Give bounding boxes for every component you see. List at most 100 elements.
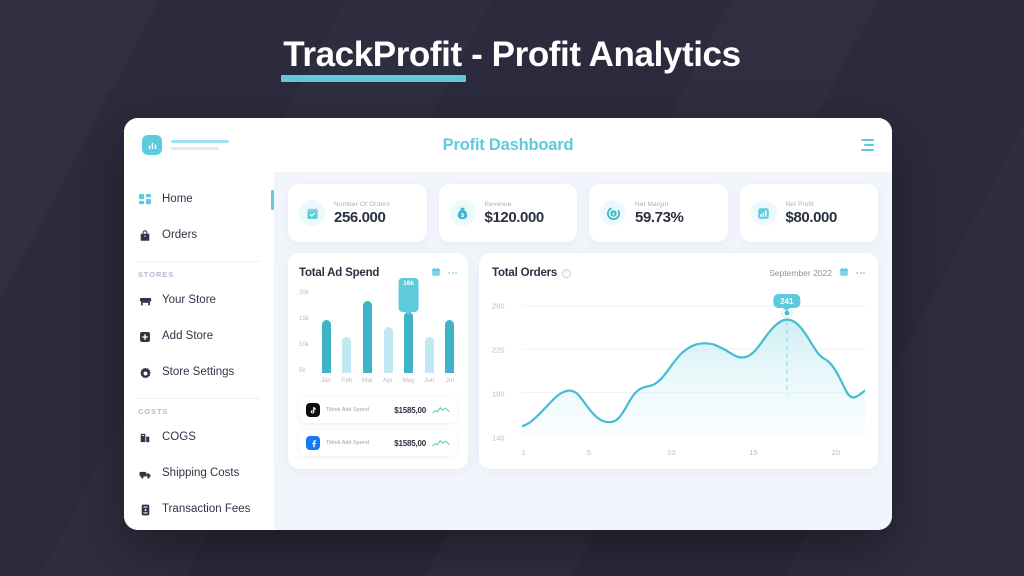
bar-column — [381, 291, 396, 373]
sparkline-icon — [432, 407, 450, 414]
bar-jan[interactable] — [321, 319, 331, 373]
sidebar-item-home[interactable]: Home — [124, 182, 274, 218]
sidebar-divider — [138, 261, 260, 262]
bar-chart-x-axis: Jan Feb Mar Apr May Jun Jul — [319, 377, 457, 384]
bar-mar[interactable] — [362, 300, 372, 373]
sidebar-item-store-settings[interactable]: Store Settings — [124, 355, 274, 391]
bar-feb[interactable] — [342, 336, 352, 373]
x-tick: 10 — [667, 448, 676, 457]
orders-title: Total Orders — [492, 267, 558, 279]
list-item[interactable]: Tiktok Add Spend $1585,00 — [299, 430, 457, 456]
logo-placeholder-lines — [171, 140, 229, 150]
y-tick: 10k — [299, 342, 309, 349]
spend-amount: $1585,00 — [394, 405, 426, 415]
sidebar-item-transaction-fees[interactable]: Transaction Fees — [124, 492, 274, 528]
truck-icon — [138, 467, 152, 481]
spend-amount: $1585,00 — [394, 438, 426, 448]
x-tick: Jun — [423, 377, 435, 384]
hamburger-icon[interactable] — [861, 139, 874, 151]
kpi-label: Net Profit — [785, 200, 815, 208]
dashboard-title: Profit Dashboard — [442, 135, 574, 154]
grid-icon — [138, 193, 152, 207]
bar-chart-icon[interactable] — [142, 135, 162, 155]
sparkline-icon — [432, 440, 450, 447]
tiktok-icon — [306, 403, 320, 417]
y-tick: 180 — [492, 389, 505, 399]
x-tick: Jan — [321, 377, 332, 384]
facebook-icon — [306, 436, 320, 450]
bar-column — [340, 291, 355, 373]
kpi-card-number-of-orders[interactable]: Number Of Orders 256.000 — [288, 184, 427, 242]
bar-chart-y-axis: 20k 15k 10k 5k — [299, 289, 319, 375]
package-check-icon — [299, 200, 325, 226]
calendar-icon[interactable] — [839, 264, 849, 282]
info-icon[interactable]: ! — [562, 268, 572, 278]
x-tick: 20 — [831, 448, 841, 457]
orders-month-label[interactable]: September 2022 — [769, 268, 832, 278]
plus-square-icon — [138, 330, 152, 344]
box-chart-icon — [138, 431, 152, 445]
logo-line-secondary — [171, 147, 219, 150]
gear-icon — [138, 366, 152, 380]
sidebar-item-label: COGS — [162, 431, 196, 444]
svg-text:$: $ — [612, 211, 615, 216]
list-item[interactable]: Tiktok Add Spend $1585,00 — [299, 397, 457, 423]
total-orders-card: Total Orders ! September 2022 260 220 18… — [479, 253, 878, 469]
x-tick: 1 — [521, 448, 526, 457]
x-tick: Feb — [341, 377, 353, 384]
sidebar-item-orders[interactable]: Orders — [124, 218, 274, 254]
brand-name: TrackProfit — [283, 35, 462, 74]
sidebar-item-custom-spend[interactable]: Custom Spend — [124, 528, 274, 530]
bar-may[interactable] — [404, 312, 414, 373]
app-topbar: Profit Dashboard — [124, 118, 892, 172]
line-chart-tooltip: 241 — [773, 294, 801, 308]
brand-underline — [281, 75, 466, 82]
sidebar-item-cogs[interactable]: COGS — [124, 420, 274, 456]
sidebar-item-your-store[interactable]: Your Store — [124, 283, 274, 319]
y-tick: 260 — [492, 301, 505, 311]
y-tick: 15k — [299, 315, 309, 322]
total-ad-spend-card: Total Ad Spend 20k 15k 10k 5k 16k Jan Fe… — [288, 253, 468, 469]
bar-jul[interactable] — [445, 319, 455, 373]
kpi-card-net-profit[interactable]: Net Profit $80.000 — [739, 184, 878, 242]
x-tick: Jul — [445, 377, 454, 384]
x-tick: Apr — [382, 377, 394, 384]
y-tick: 140 — [492, 433, 505, 443]
more-dots-icon[interactable] — [448, 272, 457, 274]
money-bag-icon: $ — [449, 200, 476, 226]
line-chart-plot: 241 — [522, 294, 865, 437]
sidebar-item-label: Transaction Fees — [162, 503, 251, 516]
bar-column: 16k — [398, 278, 420, 373]
kpi-label: Revenue — [484, 200, 512, 208]
sidebar-item-shipping-costs[interactable]: Shipping Costs — [124, 456, 274, 492]
kpi-card-net-margin[interactable]: $ Net Margin 59.73% — [589, 184, 728, 242]
spend-platform-label: Tiktok Add Spend — [326, 407, 369, 413]
y-tick: 20k — [299, 289, 309, 296]
bar-jun[interactable] — [424, 336, 434, 373]
ad-spend-card-header: Total Ad Spend — [299, 264, 457, 282]
orders-card-header: Total Orders ! September 2022 — [492, 264, 865, 282]
charts-row: Total Ad Spend 20k 15k 10k 5k 16k Jan Fe… — [288, 253, 878, 469]
line-chart-x-axis: 1 5 10 15 20 — [522, 448, 865, 460]
hamburger-line — [861, 139, 874, 141]
x-tick: May — [402, 377, 415, 384]
x-tick: 15 — [749, 448, 758, 457]
calendar-icon[interactable] — [431, 264, 441, 282]
app-body: Home Orders STORES Your Store Add Store … — [124, 172, 892, 530]
logo-line-primary — [171, 140, 229, 143]
sidebar-item-add-store[interactable]: Add Store — [124, 319, 274, 355]
bar-column — [422, 291, 437, 373]
bar-column — [319, 291, 334, 373]
kpi-card-revenue[interactable]: $ Revenue $120.000 — [438, 184, 577, 242]
more-dots-icon[interactable] — [856, 272, 865, 274]
main-content: Number Of Orders 256.000 $ Revenue $120.… — [274, 172, 892, 530]
total-orders-area-chart: 260 220 180 140 241 1 5 10 15 20 — [492, 292, 865, 460]
dollar-refresh-icon: $ — [600, 200, 626, 226]
hero-title-area: TrackProfit - Profit Analytics — [0, 0, 1024, 112]
hamburger-line — [861, 149, 874, 151]
x-tick: 5 — [586, 448, 591, 457]
bar-apr[interactable] — [383, 327, 393, 373]
page-title: TrackProfit - Profit Analytics — [281, 35, 741, 82]
hamburger-line — [864, 144, 874, 146]
title-suffix: - Profit Analytics — [461, 35, 741, 74]
